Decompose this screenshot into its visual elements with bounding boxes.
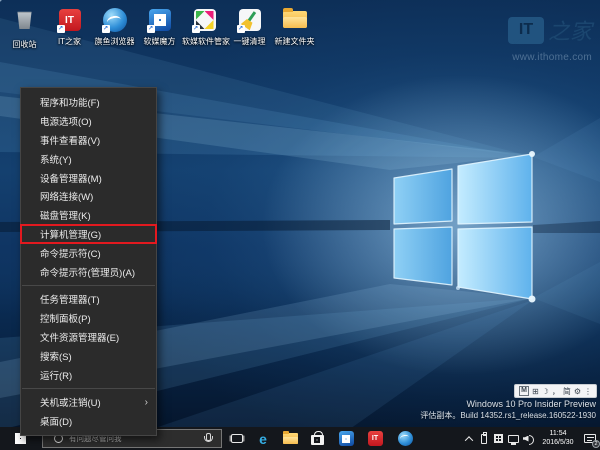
icon-label: 旗鱼浏览器 [92,36,137,47]
watermark-edition: Windows 10 Pro Insider Preview [420,399,596,409]
desktop: 回收站 IT ↗ IT之家 ↗ 旗鱼浏览器 ↗ 软媒魔方 ↗ 软媒软件管家 ↗ … [0,0,600,450]
volume-icon [523,434,535,444]
taskbar-qiyu-button[interactable] [392,427,418,450]
desktop-icon-row: 回收站 IT ↗ IT之家 ↗ 旗鱼浏览器 ↗ 软媒魔方 ↗ 软媒软件管家 ↗ … [2,7,317,50]
menu-separator [22,285,155,286]
action-center-button[interactable]: 2 [580,427,600,450]
insider-build-watermark: Windows 10 Pro Insider Preview 评估副本。Buil… [420,399,596,421]
tray-usb-device[interactable] [476,427,491,450]
taskbar-clock[interactable]: 11:54 2016/5/30 [536,430,580,447]
chevron-up-icon [464,436,472,444]
tray-app-grid[interactable] [491,427,506,450]
task-view-icon [231,434,243,443]
menu-item-event-viewer[interactable]: 事件查看器(V) [21,131,156,150]
system-tray: 11:54 2016/5/30 2 [461,427,600,450]
taskbar-store-button[interactable] [304,427,330,450]
ime-language-bar[interactable]: M ⊞ ☽ ， 简 ⚙ ⋮ [514,384,597,398]
mofang-cube-icon [339,431,354,446]
ime-punctuation-icon[interactable]: ， [552,386,560,397]
desktop-icon-recycle-bin[interactable]: 回收站 [2,7,47,50]
icon-label: 新建文件夹 [272,36,317,47]
taskbar-ithome-button[interactable]: IT [362,427,388,450]
tray-network[interactable] [506,427,521,450]
menu-item-run[interactable]: 运行(R) [21,365,156,384]
desktop-icon-ruanmei-manager[interactable]: ↗ 软媒软件管家 [182,7,227,50]
menu-item-power-options[interactable]: 电源选项(O) [21,112,156,131]
ithome-app-icon: IT [368,431,383,446]
qiyu-browser-icon [398,431,413,446]
submenu-arrow-icon: › [145,397,148,408]
icon-label: IT之家 [47,36,92,47]
shortcut-arrow-icon: ↗ [147,25,155,33]
shortcut-arrow-icon: ↗ [192,25,200,33]
icon-label: 回收站 [2,39,47,50]
taskbar-mofang-button[interactable] [333,427,359,450]
shortcut-arrow-icon: ↗ [102,25,110,33]
menu-item-computer-management-highlighted[interactable]: 计算机管理(G) [21,225,156,244]
taskbar-file-explorer-button[interactable] [277,427,303,450]
menu-item-command-prompt[interactable]: 命令提示符(C) [21,243,156,262]
ime-simplified-icon[interactable]: 简 [563,386,571,397]
menu-item-control-panel[interactable]: 控制面板(P) [21,309,156,328]
ithome-logo-icon: IT [508,17,544,44]
ime-settings-gear-icon[interactable]: ⚙ [574,387,581,396]
taskbar-edge-button[interactable]: e [250,427,276,450]
menu-item-network-connections[interactable]: 网络连接(W) [21,187,156,206]
menu-item-desktop[interactable]: 桌面(D) [21,412,156,431]
shortcut-arrow-icon: ↗ [57,25,65,33]
shortcut-arrow-icon: ↗ [237,25,245,33]
menu-item-file-explorer[interactable]: 文件资源管理器(E) [21,328,156,347]
ithome-url: www.ithome.com [508,52,592,63]
menu-item-device-manager[interactable]: 设备管理器(M) [21,168,156,187]
desktop-icon-one-key-clean[interactable]: ↗ 一键清理 [227,7,272,50]
desktop-icon-qiyu-browser[interactable]: ↗ 旗鱼浏览器 [92,7,137,50]
clock-date: 2016/5/30 [536,439,580,448]
icon-label: 软媒软件管家 [182,36,227,47]
network-icon [508,435,519,443]
menu-item-disk-management[interactable]: 磁盘管理(K) [21,206,156,225]
edge-icon: e [259,432,267,446]
menu-item-command-prompt-admin[interactable]: 命令提示符(管理员)(A) [21,262,156,281]
menu-separator [22,388,155,389]
folder-icon [283,11,307,28]
desktop-icon-ithome[interactable]: IT ↗ IT之家 [47,7,92,50]
watermark-build: 评估副本。Build 14352.rs1_release.160522-1930 [420,410,596,421]
desktop-icon-new-folder[interactable]: 新建文件夹 [272,7,317,50]
menu-item-task-manager[interactable]: 任务管理器(T) [21,290,156,309]
ime-grid-icon[interactable]: ⊞ [532,387,539,396]
menu-item-label: 关机或注销(U) [40,395,101,409]
ime-mode-icon[interactable]: M [519,386,529,396]
desktop-icon-ruanmei-mofang[interactable]: ↗ 软媒魔方 [137,7,182,50]
clock-time: 11:54 [536,430,580,439]
ithome-watermark: IT 之家 www.ithome.com [508,14,592,63]
grid-icon [494,434,503,443]
tray-volume[interactable] [521,427,536,450]
file-explorer-icon [283,433,298,444]
recycle-bin-icon [17,10,33,29]
icon-label: 软媒魔方 [137,36,182,47]
ime-halfwidth-icon[interactable]: ☽ [542,387,549,396]
menu-item-shutdown-signout[interactable]: 关机或注销(U) › [21,393,156,412]
menu-item-search[interactable]: 搜索(S) [21,346,156,365]
winx-context-menu: 程序和功能(F) 电源选项(O) 事件查看器(V) 系统(Y) 设备管理器(M)… [20,87,157,436]
ime-more-icon[interactable]: ⋮ [584,387,592,396]
windows-store-icon [311,435,324,445]
usb-icon [481,434,487,444]
notification-badge: 2 [592,440,600,448]
menu-item-programs-features[interactable]: 程序和功能(F) [21,93,156,112]
icon-label: 一键清理 [227,36,272,47]
menu-item-system[interactable]: 系统(Y) [21,149,156,168]
tray-show-hidden-icons[interactable] [461,427,476,450]
task-view-button[interactable] [224,427,250,450]
ithome-logo-script: 之家 [548,14,592,46]
microphone-icon[interactable] [203,433,212,445]
